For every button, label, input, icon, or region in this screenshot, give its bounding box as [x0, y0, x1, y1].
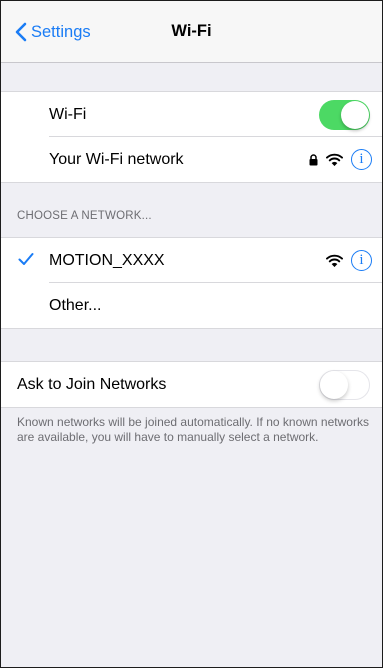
ask-join-switch-knob — [320, 371, 348, 399]
current-network-name: Your Wi-Fi network — [49, 150, 184, 168]
wifi-group: Wi-Fi Your Wi-Fi network i — [1, 91, 382, 183]
choose-network-header: CHOOSE A NETWORK... — [17, 210, 152, 222]
other-network-label: Other... — [49, 296, 102, 314]
network-icons: i — [326, 250, 372, 271]
info-icon[interactable]: i — [351, 149, 372, 170]
network-row-other[interactable]: Other... — [1, 283, 382, 328]
ask-join-row: Ask to Join Networks — [1, 362, 382, 407]
network-name: MOTION_XXXX — [49, 251, 165, 269]
ask-join-label: Ask to Join Networks — [17, 375, 167, 393]
wifi-signal-icon — [326, 153, 343, 166]
current-network-icons: i — [309, 149, 372, 170]
lock-icon — [309, 153, 318, 165]
network-row-motion[interactable]: MOTION_XXXX i — [1, 238, 382, 283]
ask-join-switch[interactable] — [319, 370, 370, 400]
page-title: Wi-Fi — [171, 22, 212, 40]
ask-join-footer: Known networks will be joined automatica… — [17, 415, 369, 444]
checkmark-icon — [18, 253, 34, 265]
navigation-bar: Settings Wi-Fi — [1, 1, 382, 63]
wifi-toggle-row: Wi-Fi — [1, 92, 382, 137]
wifi-switch[interactable] — [319, 100, 370, 130]
info-icon[interactable]: i — [351, 250, 372, 271]
network-list: MOTION_XXXX i Other... — [1, 237, 382, 329]
wifi-signal-icon — [326, 254, 343, 267]
wifi-settings-screen: Settings Wi-Fi Wi-Fi Your Wi-Fi network — [0, 0, 383, 668]
current-network-row[interactable]: Your Wi-Fi network i — [1, 137, 382, 182]
wifi-label: Wi-Fi — [49, 105, 87, 123]
wifi-switch-knob — [341, 101, 369, 129]
ask-join-group: Ask to Join Networks — [1, 361, 382, 408]
